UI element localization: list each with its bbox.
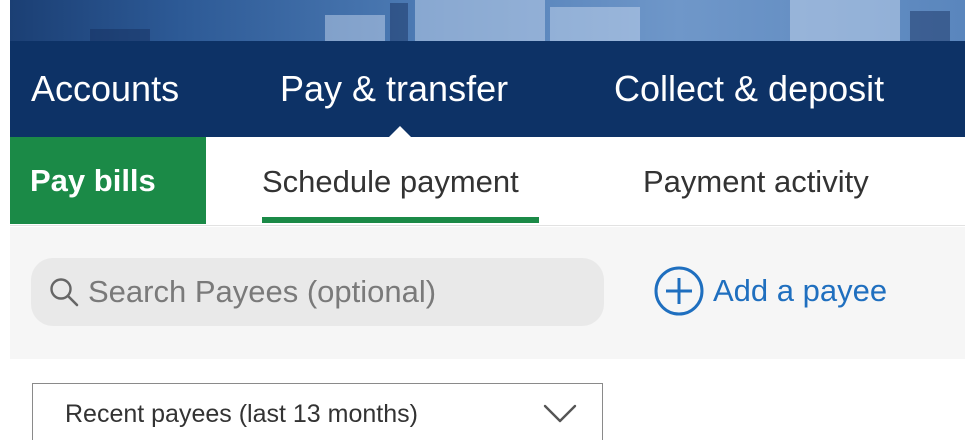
- search-payees-box[interactable]: [31, 258, 604, 326]
- plus-circle-icon: [654, 266, 704, 316]
- section-pay-bills[interactable]: Pay bills: [10, 137, 206, 224]
- search-bar-area: Add a payee: [10, 227, 965, 359]
- tab-payment-activity[interactable]: Payment activity: [643, 137, 869, 224]
- nav-collect-and-deposit[interactable]: Collect & deposit: [614, 41, 884, 137]
- payee-filter-value: Recent payees (last 13 months): [65, 400, 418, 428]
- chevron-down-icon: [543, 404, 577, 423]
- add-payee-label: Add a payee: [713, 273, 888, 308]
- sub-navigation: Pay bills Schedule payment Payment activ…: [10, 137, 965, 226]
- main-navigation: Accounts Pay & transfer Collect & deposi…: [10, 41, 965, 138]
- add-payee-button[interactable]: Add a payee: [653, 265, 887, 317]
- search-payees-input[interactable]: [88, 258, 588, 326]
- tab-schedule-payment[interactable]: Schedule payment: [262, 137, 519, 224]
- nav-accounts[interactable]: Accounts: [31, 41, 179, 137]
- header-banner-image: [10, 0, 965, 41]
- payee-filter-dropdown[interactable]: Recent payees (last 13 months): [32, 383, 603, 440]
- nav-pay-and-transfer[interactable]: Pay & transfer: [280, 41, 508, 137]
- search-icon: [50, 278, 79, 307]
- active-tab-underline: [262, 217, 539, 223]
